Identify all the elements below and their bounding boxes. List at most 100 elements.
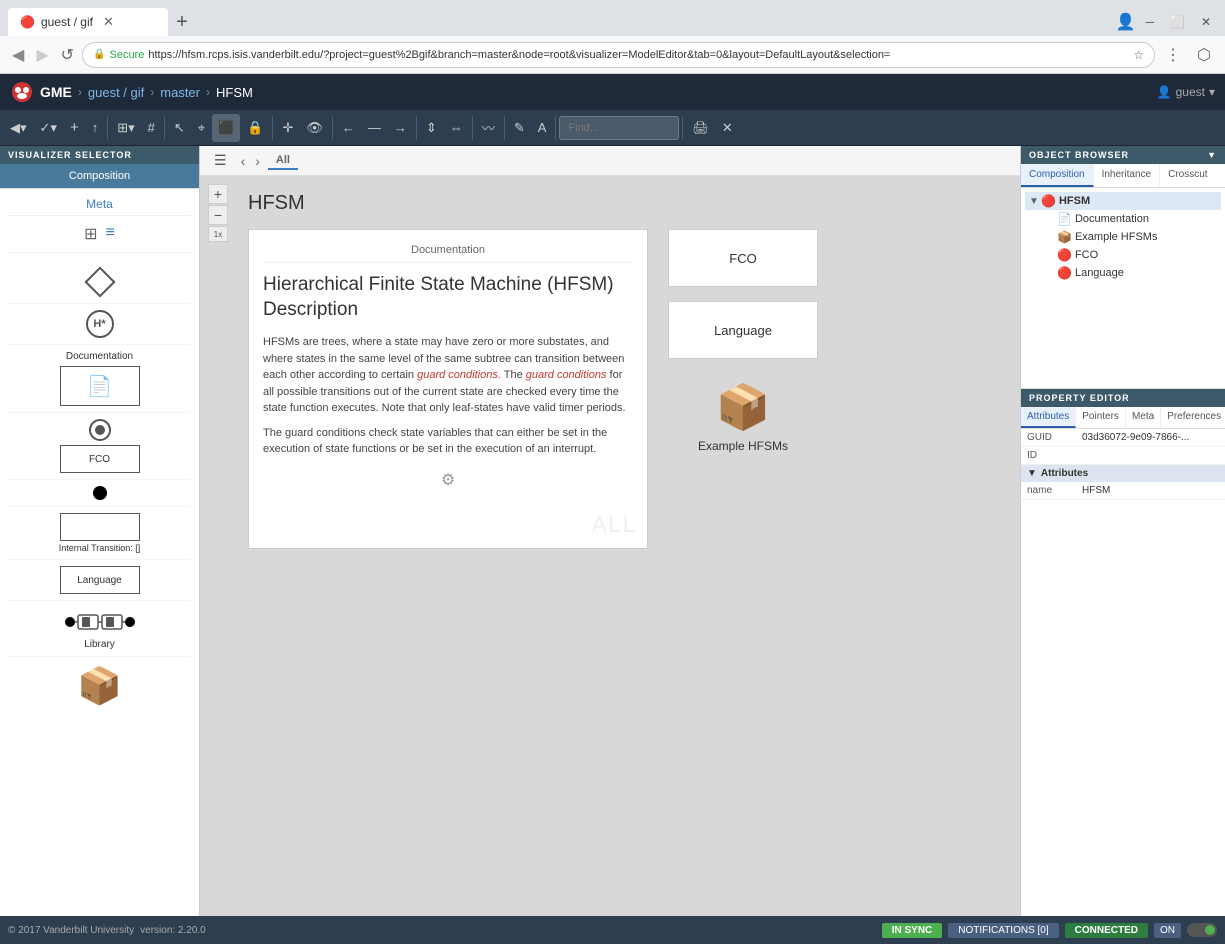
in-sync-btn[interactable]: IN SYNC (882, 923, 943, 938)
ob-tab-inheritance[interactable]: Inheritance (1094, 164, 1160, 187)
tree-item-hfsm[interactable]: ▼ 🔴 HFSM (1025, 192, 1221, 210)
sidebar-item-fco[interactable]: FCO (8, 413, 191, 480)
toolbar-print-btn[interactable]: 🖨 (686, 114, 715, 142)
prop-tab-attributes[interactable]: Attributes (1021, 407, 1076, 428)
canvas-all-label[interactable]: All (268, 152, 298, 170)
toolbar-active-btn[interactable]: ⬛ (212, 114, 240, 142)
tree-icon-ex: 📦 (1057, 230, 1072, 244)
on-toggle-btn[interactable]: ON (1154, 923, 1181, 938)
list-view-icon[interactable]: ≡ (106, 224, 115, 244)
toolbar-cursor-btn[interactable]: ↖ (168, 114, 191, 142)
canvas-list-btn[interactable]: ☰ (208, 150, 233, 171)
forward-button[interactable]: ▶ (32, 43, 52, 67)
tree-item-language[interactable]: 🔴 Language (1041, 264, 1221, 282)
sidebar-item-language[interactable]: Language (8, 560, 191, 601)
toolbar-lock-btn[interactable]: 🔒 (241, 114, 269, 142)
sidebar-item-circle-dot[interactable] (8, 480, 191, 507)
toolbar-grid-btn[interactable]: ⊞▾ (111, 114, 140, 142)
active-tab[interactable]: 🔴 guest / gif ✕ (8, 8, 168, 36)
meta-link[interactable]: Meta (8, 193, 191, 216)
toolbar-vert-btn[interactable]: ⇕ (420, 114, 443, 142)
grid-view-icon[interactable]: ⊞ (84, 224, 97, 244)
doc-card-para-2: The guard conditions check state variabl… (263, 425, 633, 458)
close-icon[interactable]: ✕ (1195, 15, 1217, 29)
example-hfsms-card[interactable]: 📦 Example HFSMs (668, 373, 818, 461)
prop-val-name[interactable]: HFSM (1082, 485, 1219, 496)
toolbar-check-btn[interactable]: ✓▾ (34, 114, 63, 142)
zoom-reset-btn[interactable]: 1x (208, 226, 228, 242)
toolbar-hash-btn[interactable]: # (142, 114, 161, 142)
sidebar-label-library: Library (84, 639, 115, 650)
tree-item-documentation[interactable]: 📄 Documentation (1041, 210, 1221, 228)
main-content: VISUALIZER SELECTOR Composition Meta ⊞ ≡… (0, 146, 1225, 916)
library-icon (60, 607, 140, 637)
connected-btn[interactable]: CONNECTED (1065, 923, 1148, 938)
tree-item-example-hfsms[interactable]: 📦 Example HFSMs (1041, 228, 1221, 246)
search-input[interactable] (559, 116, 679, 140)
diamond-icon (84, 266, 115, 297)
canvas-prev-btn[interactable]: ‹ (237, 153, 250, 169)
prop-tab-meta[interactable]: Meta (1126, 407, 1161, 428)
toolbar-left-arrow-btn[interactable]: ← (336, 114, 361, 142)
zoom-in-btn[interactable]: + (208, 184, 228, 204)
toolbar-crosshair-btn[interactable]: ⌖ (192, 114, 211, 142)
toolbar-eye-btn[interactable]: 👁 (300, 114, 329, 142)
breadcrumb-node[interactable]: HFSM (216, 85, 253, 100)
sidebar-item-library[interactable]: Library (8, 601, 191, 657)
minimize-icon[interactable]: ─ (1139, 15, 1160, 29)
tree-item-fco[interactable]: 🔴 FCO (1041, 246, 1221, 264)
prop-section-label: Attributes (1041, 468, 1088, 479)
username[interactable]: guest (1176, 85, 1205, 99)
new-tab-area[interactable]: + (168, 8, 196, 36)
toolbar-horiz-btn[interactable]: ⇔ (444, 114, 469, 142)
tree-toggle-hfsm[interactable]: ▼ (1029, 196, 1041, 207)
toolbar-cross-btn[interactable]: ✛ (276, 114, 299, 142)
composition-tab[interactable]: Composition (0, 164, 199, 189)
toolbar-back-btn[interactable]: ◀▾ (4, 114, 33, 142)
notifications-btn[interactable]: NOTIFICATIONS [0] (948, 923, 1058, 938)
ob-tab-crosscut[interactable]: Crosscut (1160, 164, 1215, 187)
sidebar-item-diamond[interactable] (8, 261, 191, 304)
toolbar-dash-btn[interactable]: — (362, 114, 387, 142)
toggle-slider[interactable] (1187, 923, 1217, 937)
fco-canvas-card[interactable]: FCO (668, 229, 818, 287)
toolbar-plus-btn[interactable]: + (64, 114, 85, 142)
documentation-card[interactable]: Documentation Hierarchical Finite State … (248, 229, 648, 549)
toolbar-wave-btn[interactable]: 〰 (476, 114, 501, 142)
zoom-out-btn[interactable]: − (208, 205, 228, 225)
bookmark-icon[interactable]: ☆ (1133, 48, 1144, 62)
canvas-main[interactable]: + − 1x HFSM Documentation Hierarchical F… (200, 176, 1020, 916)
sidebar-item-hstar[interactable]: H* (8, 304, 191, 345)
back-button[interactable]: ◀ (8, 43, 28, 67)
canvas-next-btn[interactable]: › (251, 153, 264, 169)
prop-tab-preferences[interactable]: Preferences (1161, 407, 1225, 428)
browser-menu-button[interactable]: ⋮ (1159, 43, 1187, 67)
doc-card-gear[interactable]: ⚙ (263, 470, 633, 490)
ob-tab-composition[interactable]: Composition (1021, 164, 1094, 187)
reload-button[interactable]: ↺ (57, 43, 78, 67)
breadcrumb-project[interactable]: guest / gif (88, 85, 144, 100)
user-dropdown-icon[interactable]: ▾ (1209, 85, 1215, 99)
toolbar-right-arrow-btn[interactable]: → (388, 114, 413, 142)
address-text: https://hfsm.rcps.isis.vanderbilt.edu/?p… (148, 49, 1129, 61)
user-profile-icon[interactable]: 👤 (1116, 12, 1136, 32)
maximize-icon[interactable]: ⬜ (1164, 15, 1191, 29)
tab-close-icon[interactable]: ✕ (103, 14, 114, 30)
sidebar-item-box[interactable]: 📦 (8, 657, 191, 715)
prop-tab-pointers[interactable]: Pointers (1076, 407, 1126, 428)
filter-icon[interactable]: ▼ (1207, 150, 1217, 160)
sidebar-item-documentation[interactable]: Documentation 📄 (8, 345, 191, 413)
address-bar[interactable]: 🔒 Secure https://hfsm.rcps.isis.vanderbi… (82, 42, 1155, 68)
language-canvas-card[interactable]: Language (668, 301, 818, 359)
breadcrumb-branch[interactable]: master (160, 85, 200, 100)
sidebar-label-documentation: Documentation (66, 351, 133, 362)
extensions-button[interactable]: ⬡ (1191, 43, 1217, 67)
fco-card-label: FCO (729, 251, 756, 266)
toolbar-up-btn[interactable]: ↑ (86, 114, 105, 142)
toolbar-text-btn[interactable]: A (532, 114, 553, 142)
toolbar-close2-btn[interactable]: ✕ (716, 114, 739, 142)
sidebar-item-internal-transition[interactable]: Internal Transition: [] (8, 507, 191, 560)
toolbar-pencil-btn[interactable]: ✎ (508, 114, 531, 142)
prop-section-collapse-icon[interactable]: ▼ (1027, 468, 1037, 479)
canvas-content: Documentation Hierarchical Finite State … (220, 229, 1000, 549)
